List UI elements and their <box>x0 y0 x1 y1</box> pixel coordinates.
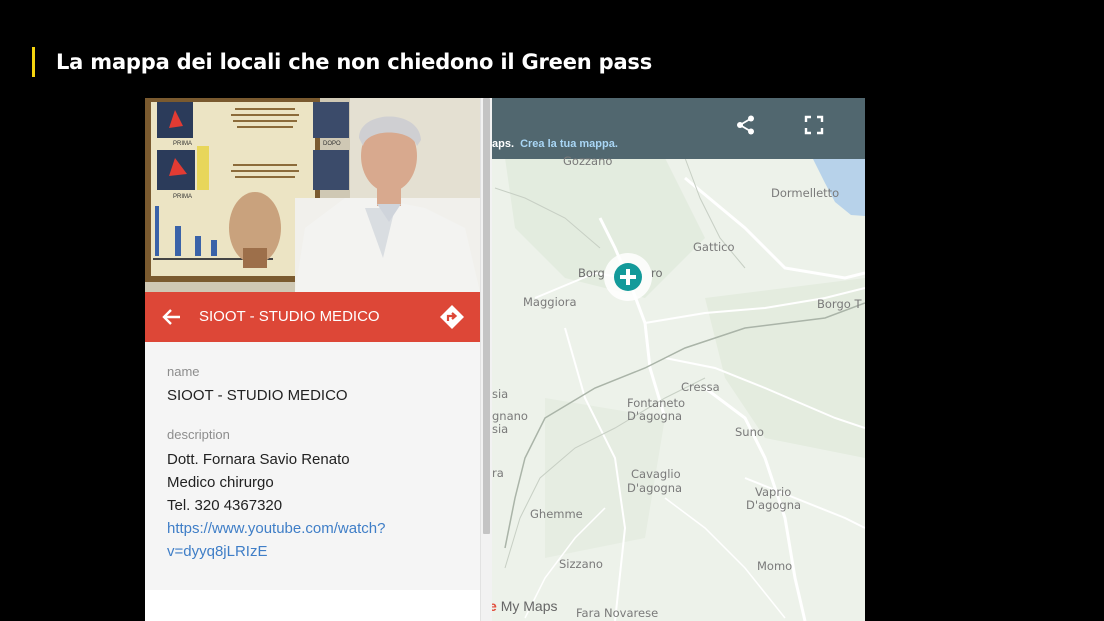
place-label-gnano: gnano <box>492 409 528 423</box>
fullscreen-icon[interactable] <box>804 115 824 135</box>
youtube-link[interactable]: https://www.youtube.com/watch? v=dyyq8jL… <box>167 517 385 563</box>
map-toolbar: aps. Crea la tua mappa. <box>480 98 865 159</box>
place-label-vaprio: Vaprio <box>755 485 792 499</box>
place-label-sizzano: Sizzano <box>559 557 603 571</box>
place-label-fontaneto: Fontaneto <box>627 396 685 410</box>
place-photo: PRIMA PRIMA DOPO <box>145 98 480 292</box>
title-accent-bar <box>32 47 35 77</box>
map-attribution: aps. Crea la tua mappa. <box>492 138 618 150</box>
description-line-3: Tel. 320 4367320 <box>167 497 283 514</box>
place-label-sia-2: sia <box>492 422 509 436</box>
share-icon[interactable] <box>735 114 757 136</box>
place-label-cavaglio-2: D'agogna <box>627 481 683 495</box>
place-label-gattico: Gattico <box>693 240 735 254</box>
doctor-photo-image: PRIMA PRIMA DOPO <box>145 98 480 292</box>
headline: La mappa dei locali che non chiedono il … <box>32 46 652 78</box>
place-label-borgo-right: ro <box>651 266 663 280</box>
poster-prima-2: PRIMA <box>173 194 192 200</box>
directions-icon[interactable] <box>439 304 465 330</box>
place-label-maggiora: Maggiora <box>523 295 577 309</box>
panel-scrollbar-thumb[interactable] <box>483 98 490 534</box>
poster-prima: PRIMA <box>173 141 192 147</box>
name-label: name <box>167 364 200 379</box>
place-label-suno: Suno <box>735 425 764 439</box>
place-label-ghemme: Ghemme <box>530 507 583 521</box>
place-label-borgo-left: Borg <box>578 266 605 280</box>
place-label-fontaneto-2: D'agogna <box>627 409 683 423</box>
maps-link-fragment[interactable]: aps. <box>492 138 514 150</box>
panel-header-title: SIOOT - STUDIO MEDICO <box>199 308 380 325</box>
place-label-cressa: Cressa <box>681 380 720 394</box>
description-line-2: Medico chirurgo <box>167 474 274 491</box>
place-label-sia: sia <box>492 387 509 401</box>
page: La mappa dei locali che non chiedono il … <box>0 0 1104 621</box>
name-value: SIOOT - STUDIO MEDICO <box>167 387 348 404</box>
panel-scrollbar[interactable] <box>480 98 492 621</box>
place-label-gozzano: Gozzano <box>563 154 613 168</box>
place-label-borgo-t: Borgo T <box>817 297 862 311</box>
my-maps-brand: e My Maps <box>489 598 558 614</box>
embedded-map: aps. Crea la tua mappa. Gozzano Dormelle… <box>145 98 865 621</box>
place-details-panel: PRIMA PRIMA DOPO SIOOT - STUDIO MEDICO n… <box>145 98 492 621</box>
place-label-dormelletto: Dormelletto <box>771 186 840 200</box>
place-label-cavaglio: Cavaglio <box>631 467 681 481</box>
place-details: name SIOOT - STUDIO MEDICO description D… <box>145 342 480 590</box>
medical-cross-icon[interactable] <box>604 253 652 301</box>
place-label-ra: ra <box>492 466 504 480</box>
poster-dopo: DOPO <box>323 141 341 147</box>
place-label-momo: Momo <box>757 559 793 573</box>
panel-header: SIOOT - STUDIO MEDICO <box>145 292 480 342</box>
description-label: description <box>167 427 230 442</box>
place-label-vaprio-2: D'agogna <box>746 498 802 512</box>
description-line-1: Dott. Fornara Savio Renato <box>167 451 350 468</box>
arrow-left-icon[interactable] <box>161 306 183 328</box>
place-label-fara-novarese: Fara Novarese <box>576 606 659 620</box>
create-map-link[interactable]: Crea la tua mappa. <box>520 138 618 150</box>
page-title: La mappa dei locali che non chiedono il … <box>56 50 653 74</box>
